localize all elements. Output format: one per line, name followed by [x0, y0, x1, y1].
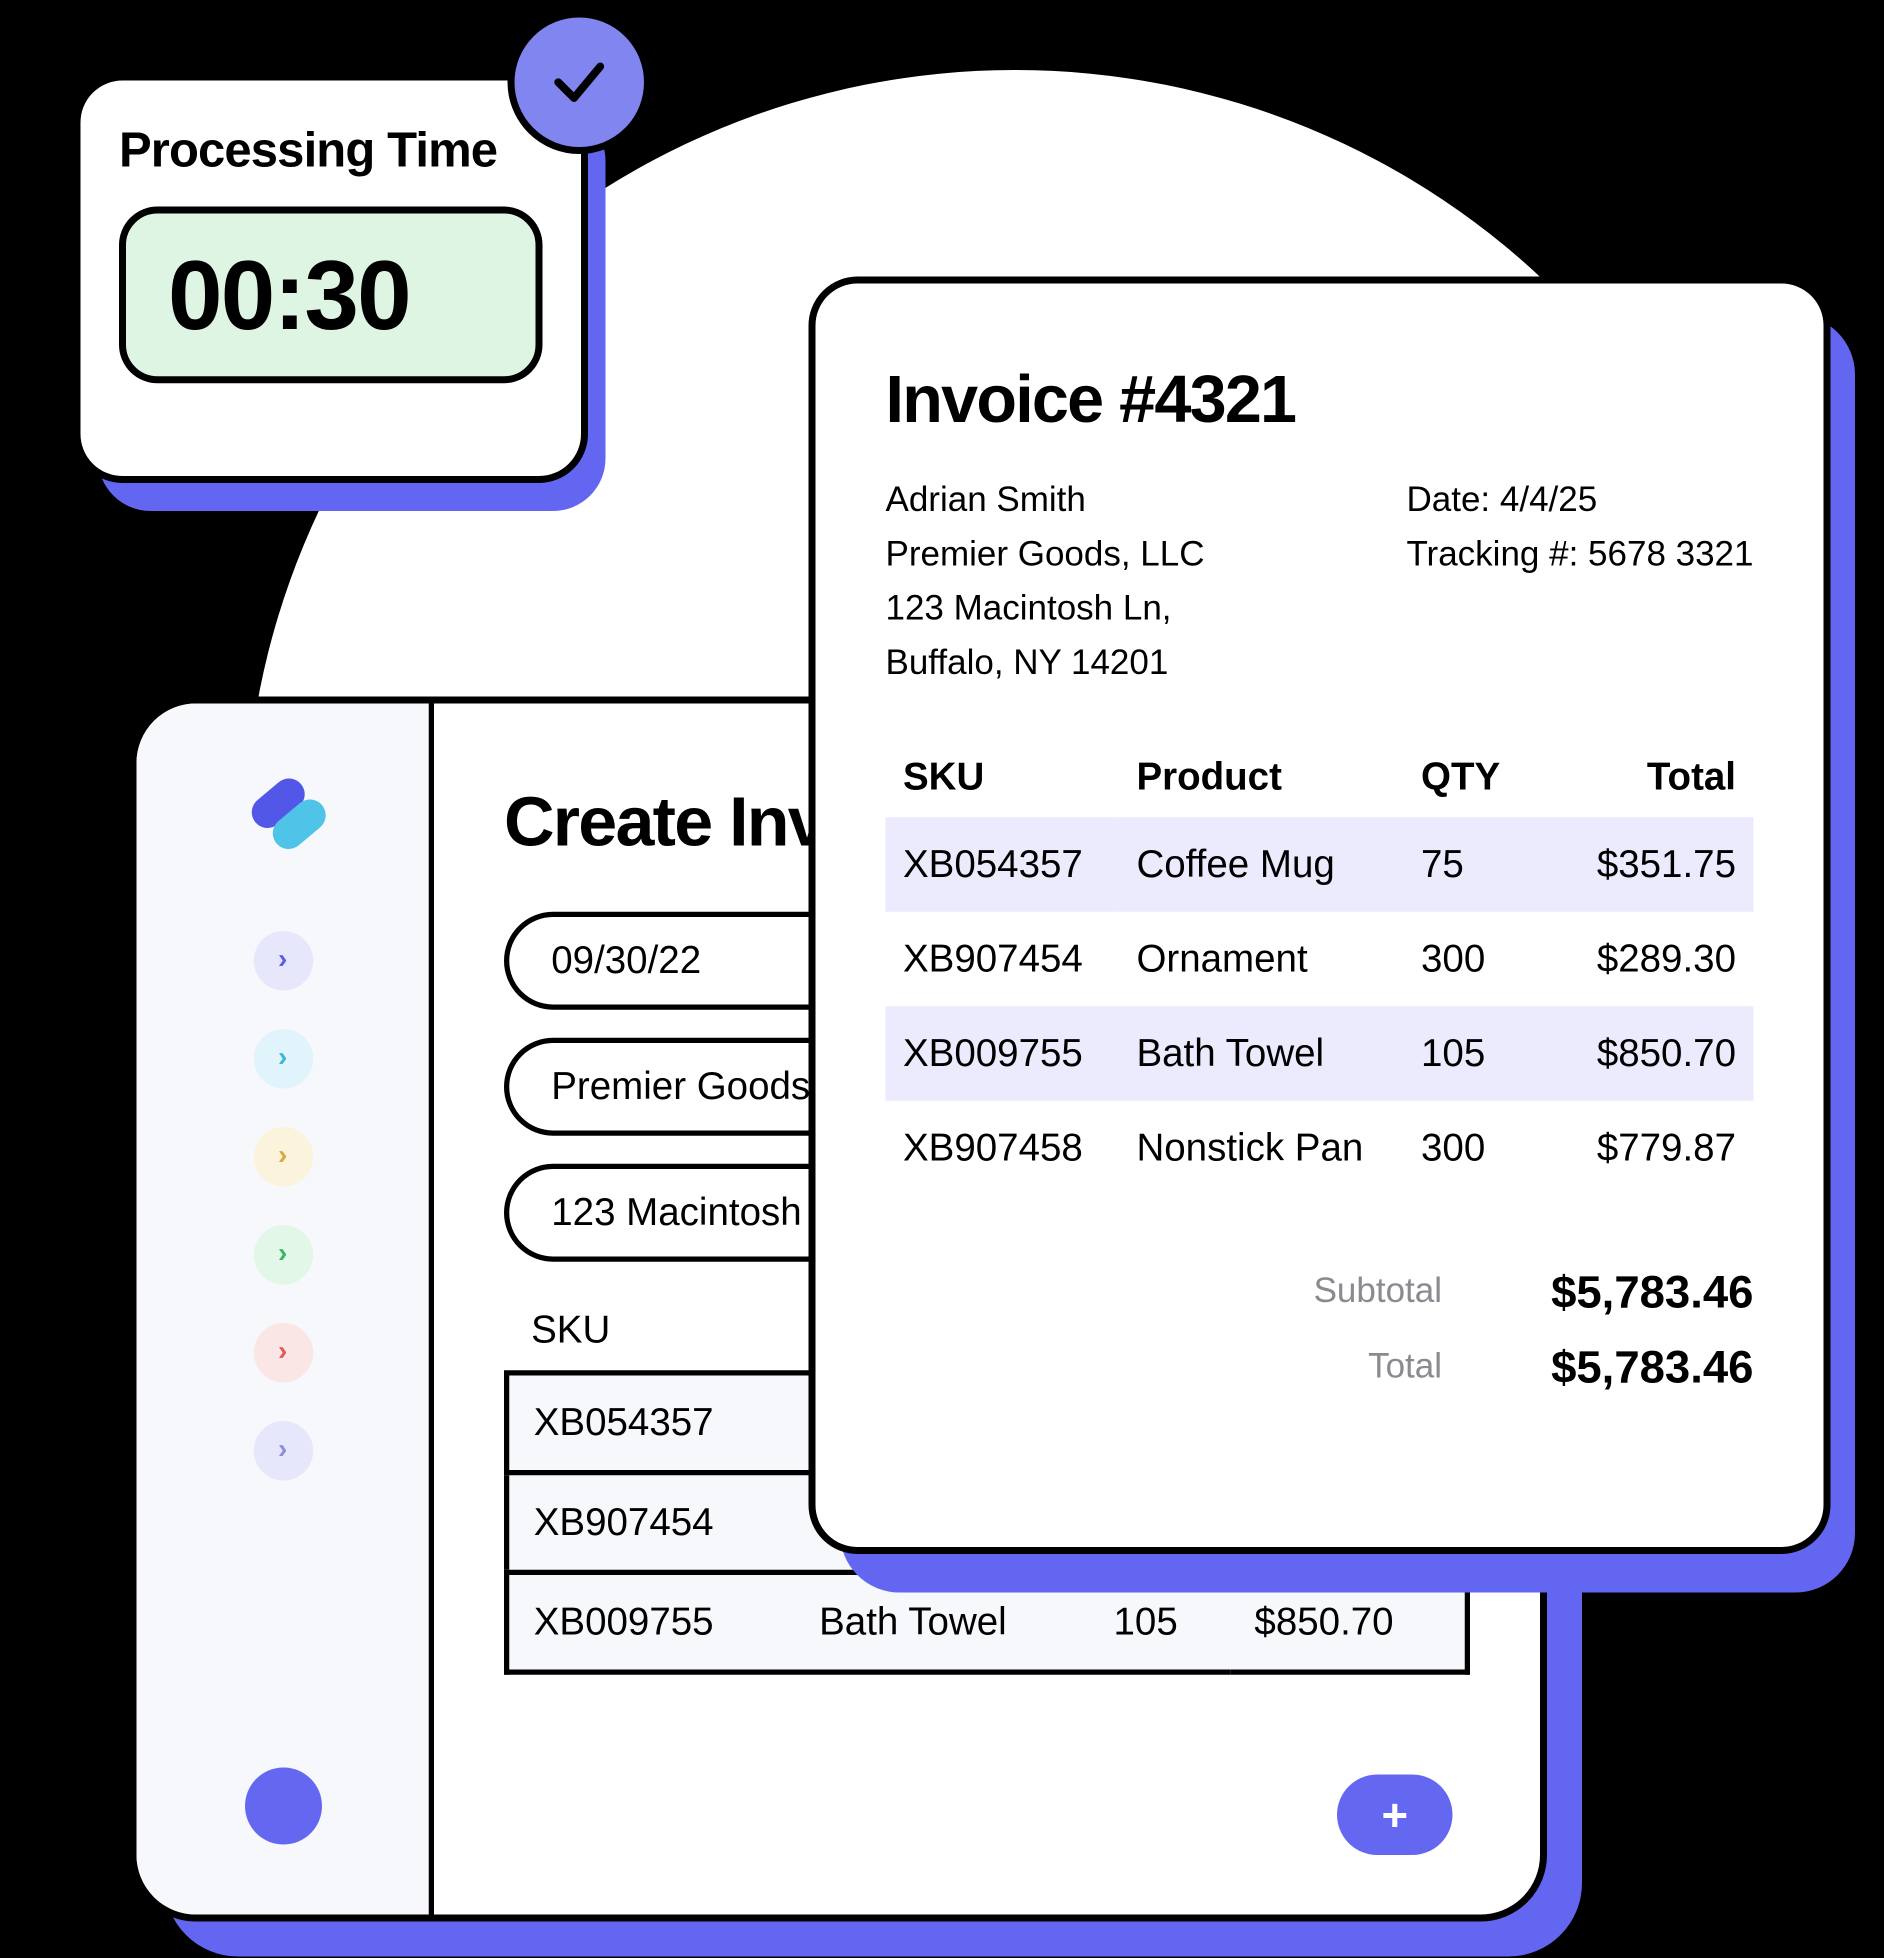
cell-product: Bath Towel [1119, 1006, 1404, 1101]
table-row: XB907458Nonstick Pan300$779.87 [886, 1101, 1754, 1196]
processing-title: Processing Time [119, 123, 543, 179]
subtotal-label: Subtotal [1314, 1272, 1442, 1312]
invoice-tracking: Tracking #: 5678 3321 [1406, 529, 1753, 583]
subtotal-value: $5,783.46 [1491, 1265, 1754, 1319]
cell-product: Ornament [1119, 912, 1404, 1007]
cell-qty: 300 [1404, 912, 1544, 1007]
sidebar-nav-item-4[interactable]: › [253, 1323, 313, 1383]
col-qty: QTY [1404, 737, 1544, 818]
cell-sku: XB907458 [886, 1101, 1119, 1196]
invoice-title: Invoice #4321 [886, 364, 1754, 439]
cell-qty: 75 [1404, 817, 1544, 912]
cell-qty: 105 [1404, 1006, 1544, 1101]
invoice-meta: Date: 4/4/25 Tracking #: 5678 3321 [1406, 474, 1753, 691]
plus-icon: + [1381, 1788, 1408, 1842]
sidebar-profile-dot[interactable] [244, 1768, 321, 1845]
sidebar-nav-item-3[interactable]: › [253, 1225, 313, 1285]
col-sku: SKU [886, 737, 1119, 818]
processing-time-box: 00:30 [119, 207, 543, 384]
invoice-card: Invoice #4321 Adrian Smith Premier Goods… [809, 277, 1831, 1555]
cell-sku: XB907454 [886, 912, 1119, 1007]
col-total: Total [1544, 737, 1754, 818]
chevron-right-icon: › [278, 945, 287, 977]
chevron-right-icon: › [278, 1239, 287, 1271]
invoice-customer: Adrian Smith Premier Goods, LLC 123 Maci… [886, 474, 1205, 691]
sidebar-nav-item-1[interactable]: › [253, 1029, 313, 1089]
status-check-badge [508, 11, 652, 155]
processing-time-card: Processing Time 00:30 [74, 74, 589, 484]
cell-product: Nonstick Pan [1119, 1101, 1404, 1196]
chevron-right-icon: › [278, 1141, 287, 1173]
customer-company: Premier Goods, LLC [886, 529, 1205, 583]
cell-total: $351.75 [1544, 817, 1754, 912]
invoice-date: Date: 4/4/25 [1406, 474, 1753, 528]
col-sku: SKU [507, 1290, 795, 1373]
cell-sku: XB054357 [886, 817, 1119, 912]
chevron-right-icon: › [278, 1337, 287, 1369]
sidebar: › › › › › › [137, 704, 435, 1915]
sidebar-nav-item-0[interactable]: › [253, 931, 313, 991]
customer-address1: 123 Macintosh Ln, [886, 583, 1205, 637]
invoice-table: SKU Product QTY Total XB054357Coffee Mug… [886, 737, 1754, 1196]
cell-sku: XB009755 [886, 1006, 1119, 1101]
chevron-right-icon: › [278, 1043, 287, 1075]
cell-total: $779.87 [1544, 1101, 1754, 1196]
sidebar-nav-item-5[interactable]: › [253, 1421, 313, 1481]
customer-name: Adrian Smith [886, 474, 1205, 528]
cell-product: Coffee Mug [1119, 817, 1404, 912]
customer-address2: Buffalo, NY 14201 [886, 637, 1205, 691]
total-value: $5,783.46 [1491, 1341, 1754, 1395]
cell-sku: XB907454 [507, 1473, 795, 1573]
sidebar-nav-item-2[interactable]: › [253, 1127, 313, 1187]
add-line-button[interactable]: + [1337, 1775, 1453, 1856]
cell-sku: XB054357 [507, 1373, 795, 1473]
cell-total: $289.30 [1544, 912, 1754, 1007]
check-icon [548, 51, 611, 114]
table-row: XB054357Coffee Mug75$351.75 [886, 817, 1754, 912]
cell-qty: 300 [1404, 1101, 1544, 1196]
processing-time-value: 00:30 [168, 238, 494, 352]
col-product: Product [1119, 737, 1404, 818]
total-label: Total [1368, 1348, 1442, 1388]
table-row: XB907454Ornament300$289.30 [886, 912, 1754, 1007]
app-logo-icon [244, 774, 321, 851]
invoice-totals: Subtotal $5,783.46 Total $5,783.46 [886, 1265, 1754, 1395]
chevron-right-icon: › [278, 1435, 287, 1467]
table-row: XB009755Bath Towel105$850.70 [886, 1006, 1754, 1101]
cell-sku: XB009755 [507, 1572, 795, 1672]
cell-total: $850.70 [1544, 1006, 1754, 1101]
